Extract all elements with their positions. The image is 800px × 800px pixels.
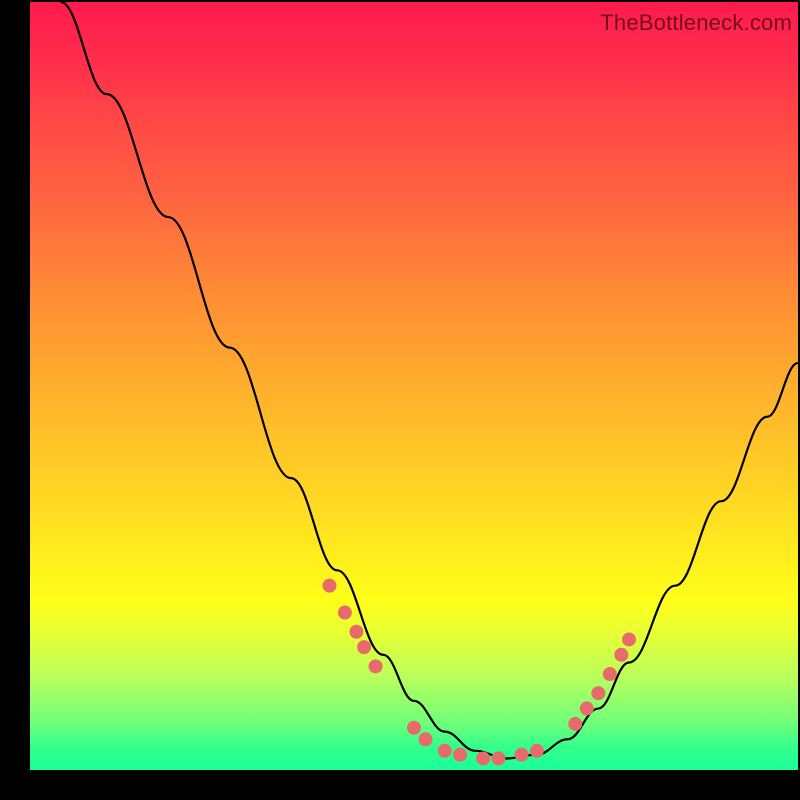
- data-marker: [476, 751, 490, 765]
- data-marker: [349, 625, 363, 639]
- data-marker: [453, 748, 467, 762]
- data-marker: [530, 744, 544, 758]
- data-marker: [338, 606, 352, 620]
- data-marker: [369, 659, 383, 673]
- data-marker: [603, 667, 617, 681]
- chart-overlay: [30, 2, 798, 770]
- data-marker: [357, 640, 371, 654]
- data-marker: [580, 702, 594, 716]
- markers-group: [323, 579, 637, 766]
- data-marker: [323, 579, 337, 593]
- data-marker: [622, 632, 636, 646]
- data-marker: [438, 744, 452, 758]
- data-marker: [568, 717, 582, 731]
- bottleneck-curve: [61, 2, 798, 758]
- data-marker: [491, 751, 505, 765]
- plot-area: TheBottleneck.com: [30, 2, 798, 770]
- data-marker: [614, 648, 628, 662]
- data-marker: [591, 686, 605, 700]
- data-marker: [515, 748, 529, 762]
- data-marker: [419, 732, 433, 746]
- data-marker: [407, 721, 421, 735]
